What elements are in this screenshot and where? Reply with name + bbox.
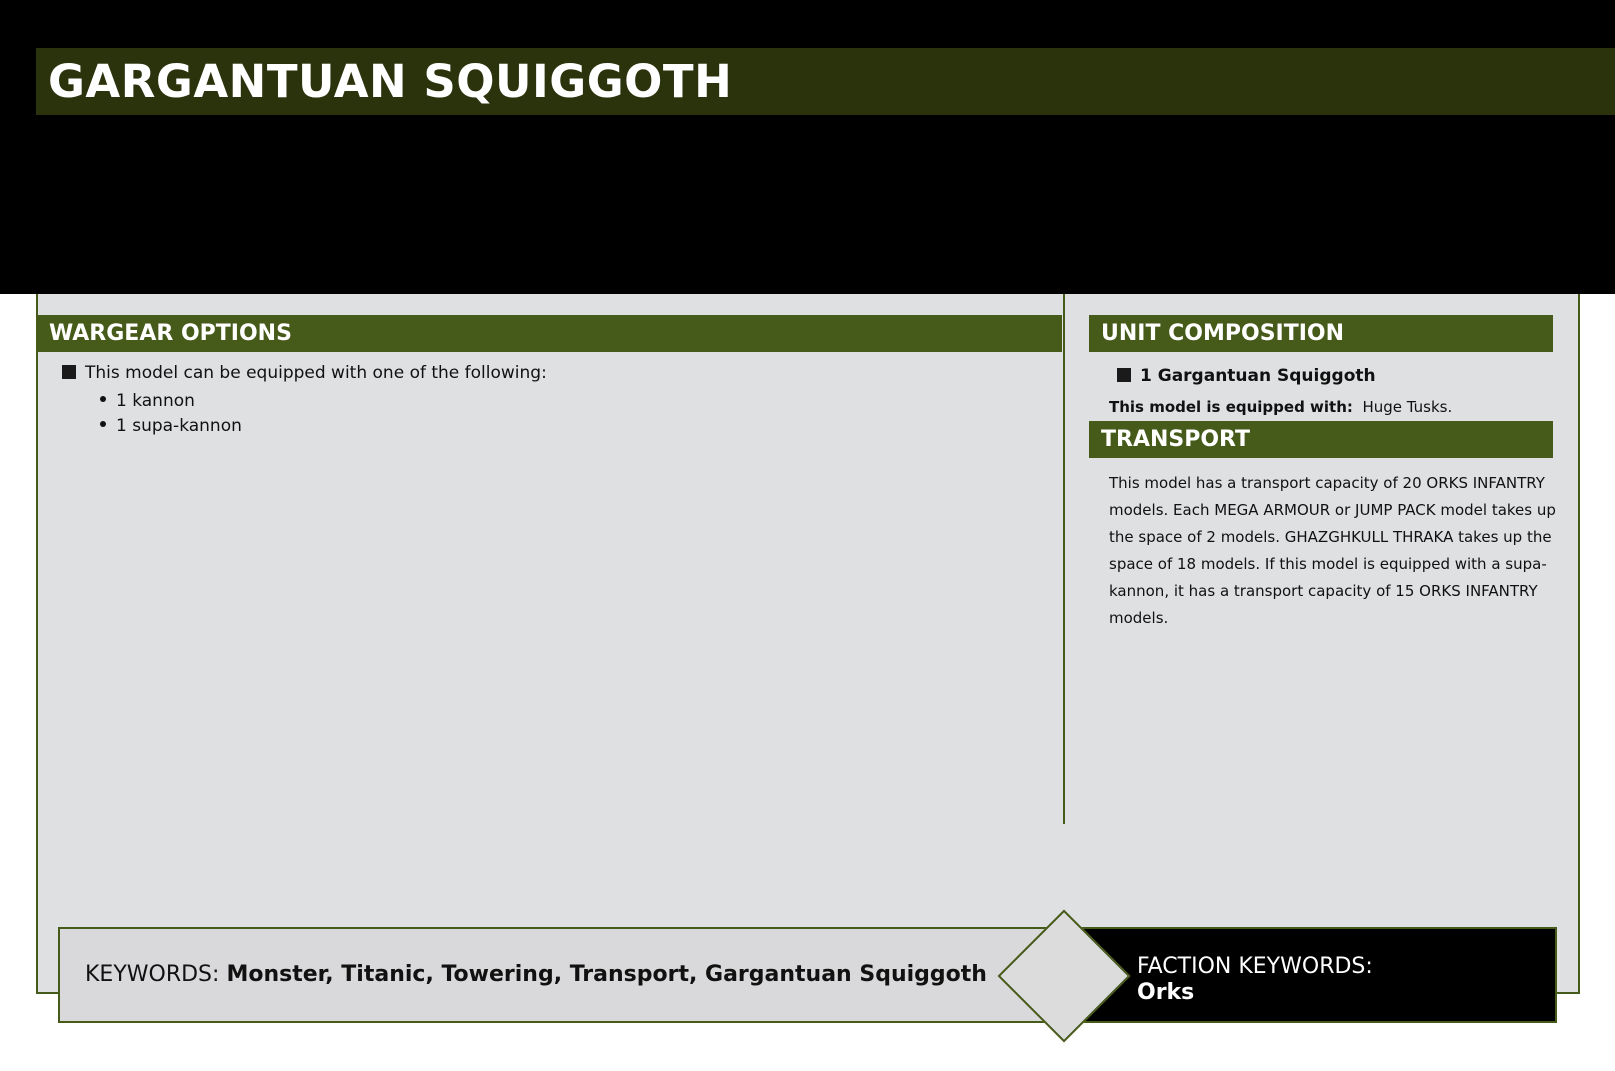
transport-text: This model has a transport capacity of 2… xyxy=(1109,474,1556,627)
keywords-box: KEYWORDS: Monster, Titanic, Towering, Tr… xyxy=(58,927,1058,1023)
keywords-line: KEYWORDS: Monster, Titanic, Towering, Tr… xyxy=(85,929,987,1021)
transport-header: TRANSPORT xyxy=(1089,421,1553,458)
equipped-label: This model is equipped with: xyxy=(1109,398,1353,416)
column-divider xyxy=(1063,294,1065,824)
unit-composition-item: 1 Gargantuan Squiggoth xyxy=(1117,364,1376,388)
faction-keywords-box: FACTION KEYWORDS: Orks xyxy=(1060,927,1557,1023)
wargear-option-text: 1 supa-kannon xyxy=(116,416,242,436)
faction-keywords-label: FACTION KEYWORDS: xyxy=(1137,954,1373,979)
equipped-value: Huge Tusks. xyxy=(1362,398,1453,416)
wargear-options-header: WARGEAR OPTIONS xyxy=(37,315,1062,352)
bullet-icon xyxy=(100,396,106,402)
page-title: GARGANTUAN SQUIGGOTH xyxy=(48,55,733,108)
unit-composition-item-text: 1 Gargantuan Squiggoth xyxy=(1140,366,1376,386)
keywords-label: KEYWORDS: xyxy=(85,962,220,987)
square-bullet-icon xyxy=(1117,368,1131,382)
bullet-icon xyxy=(100,421,106,427)
wargear-option-text: 1 kannon xyxy=(116,391,195,411)
keywords-values: Monster, Titanic, Towering, Transport, G… xyxy=(226,962,987,987)
unit-composition-header: UNIT COMPOSITION xyxy=(1089,315,1553,352)
wargear-intro-text: This model can be equipped with one of t… xyxy=(85,363,547,383)
wargear-option: 1 kannon xyxy=(100,389,195,413)
faction-keywords-values: Orks xyxy=(1137,980,1195,1005)
square-bullet-icon xyxy=(62,365,76,379)
equipped-line: This model is equipped with: Huge Tusks. xyxy=(1109,396,1452,418)
title-bar: GARGANTUAN SQUIGGOTH xyxy=(36,48,1615,115)
wargear-intro: This model can be equipped with one of t… xyxy=(62,361,547,385)
header-band xyxy=(0,0,1615,294)
wargear-option: 1 supa-kannon xyxy=(100,414,242,438)
